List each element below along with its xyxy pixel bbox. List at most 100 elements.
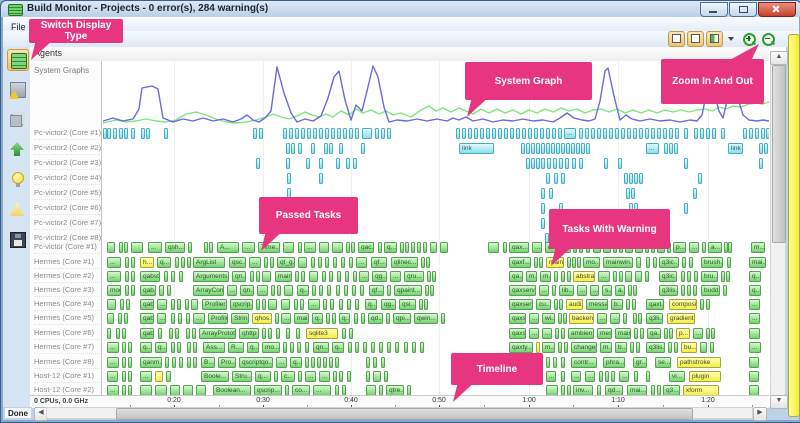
passed-task[interactable]: qa...: [647, 328, 661, 339]
passed-task[interactable]: [630, 342, 634, 353]
remote-task[interactable]: [603, 128, 607, 139]
passed-task[interactable]: [366, 371, 370, 382]
remote-task[interactable]: [124, 128, 128, 139]
passed-task[interactable]: [347, 299, 351, 310]
passed-task[interactable]: qabst...: [140, 271, 160, 282]
passed-task[interactable]: [131, 257, 135, 268]
remote-task[interactable]: [675, 128, 679, 139]
passed-task[interactable]: A...: [217, 242, 239, 253]
side-toolbar-warnings-list-button[interactable]: [7, 79, 27, 99]
remote-task[interactable]: [387, 128, 391, 139]
passed-task[interactable]: [333, 371, 337, 382]
remote-task[interactable]: [721, 128, 725, 139]
passed-task[interactable]: [122, 357, 126, 368]
passed-task[interactable]: [119, 242, 123, 253]
passed-task[interactable]: ...: [148, 242, 162, 253]
passed-task[interactable]: ...: [571, 371, 581, 382]
remote-task[interactable]: [311, 143, 315, 154]
passed-task[interactable]: [335, 357, 339, 368]
passed-task[interactable]: main: [615, 328, 631, 339]
passed-task[interactable]: [646, 257, 650, 268]
passed-task[interactable]: [330, 299, 334, 310]
passed-task[interactable]: ...: [305, 371, 316, 382]
remote-task[interactable]: [684, 203, 688, 214]
passed-task[interactable]: [286, 328, 290, 339]
passed-task[interactable]: [605, 371, 609, 382]
passed-task[interactable]: qg...: [381, 299, 396, 310]
passed-task[interactable]: [668, 342, 672, 353]
passed-task[interactable]: ...: [242, 242, 255, 253]
passed-task[interactable]: [297, 342, 301, 353]
passed-task[interactable]: [256, 299, 260, 310]
passed-task[interactable]: q...: [140, 342, 152, 353]
passed-task[interactable]: [175, 328, 179, 339]
passed-task[interactable]: Arguments: [193, 271, 229, 282]
passed-task[interactable]: qab...: [140, 328, 154, 339]
remote-task[interactable]: [146, 128, 150, 139]
passed-task[interactable]: messa...: [586, 299, 608, 310]
passed-task[interactable]: [711, 328, 715, 339]
passed-task[interactable]: [373, 371, 381, 382]
passed-task[interactable]: [336, 285, 340, 296]
passed-task[interactable]: [599, 371, 603, 382]
passed-task[interactable]: [700, 342, 707, 353]
passed-task[interactable]: m...: [526, 271, 537, 282]
passed-task[interactable]: [298, 257, 307, 268]
remote-task[interactable]: [553, 158, 557, 169]
passed-task[interactable]: [577, 257, 581, 268]
passed-task[interactable]: [555, 328, 559, 339]
remote-task[interactable]: [301, 128, 305, 139]
passed-task[interactable]: [118, 313, 122, 324]
passed-task[interactable]: [301, 271, 305, 282]
remote-task[interactable]: [540, 128, 544, 139]
passed-task[interactable]: [682, 257, 686, 268]
remote-task[interactable]: [684, 158, 688, 169]
passed-task[interactable]: mainwin...: [603, 257, 633, 268]
remote-task[interactable]: [456, 128, 460, 139]
remote-task[interactable]: [624, 173, 628, 184]
hscroll-thumb[interactable]: [116, 408, 693, 420]
passed-task[interactable]: [116, 328, 120, 339]
passed-task[interactable]: qaxs...: [509, 328, 526, 339]
remote-task[interactable]: [375, 128, 379, 139]
dropdown-caret-icon[interactable]: [728, 37, 734, 41]
passed-task[interactable]: [387, 342, 391, 353]
remote-task[interactable]: [343, 128, 347, 139]
remote-task[interactable]: [664, 143, 668, 154]
passed-task[interactable]: gr...: [633, 357, 647, 368]
passed-task[interactable]: [250, 271, 254, 282]
passed-task[interactable]: [193, 342, 197, 353]
passed-task[interactable]: [503, 242, 507, 253]
passed-task[interactable]: ...: [619, 371, 629, 382]
passed-task[interactable]: [412, 342, 416, 353]
passed-task[interactable]: [305, 342, 309, 353]
passed-task[interactable]: [563, 313, 567, 324]
passed-task[interactable]: [318, 257, 322, 268]
passed-task[interactable]: [687, 285, 691, 296]
passed-task[interactable]: m...: [540, 271, 551, 282]
remote-task[interactable]: [522, 128, 526, 139]
passed-task[interactable]: [209, 242, 213, 253]
remote-task[interactable]: [541, 218, 545, 229]
passed-task[interactable]: [646, 371, 650, 382]
passed-task[interactable]: Profile: [208, 313, 228, 324]
passed-task[interactable]: [634, 328, 638, 339]
passed-task[interactable]: [323, 299, 327, 310]
remote-task[interactable]: [633, 128, 637, 139]
passed-task[interactable]: [345, 271, 349, 282]
passed-task[interactable]: [131, 285, 135, 296]
passed-task[interactable]: moc: [107, 285, 121, 296]
passed-task[interactable]: ...: [193, 313, 205, 324]
zoom-out-button[interactable]: [762, 33, 775, 46]
passed-task[interactable]: [633, 285, 637, 296]
remote-task[interactable]: [669, 143, 673, 154]
passed-task[interactable]: [674, 342, 678, 353]
remote-task[interactable]: [712, 128, 716, 139]
passed-task[interactable]: [187, 342, 191, 353]
passed-task[interactable]: ...: [749, 313, 760, 324]
passed-task[interactable]: q...: [339, 313, 350, 324]
passed-task[interactable]: ...: [693, 328, 703, 339]
passed-task[interactable]: [262, 299, 266, 310]
passed-task[interactable]: [619, 271, 623, 282]
passed-task[interactable]: ArrayPrototype: [199, 328, 236, 339]
